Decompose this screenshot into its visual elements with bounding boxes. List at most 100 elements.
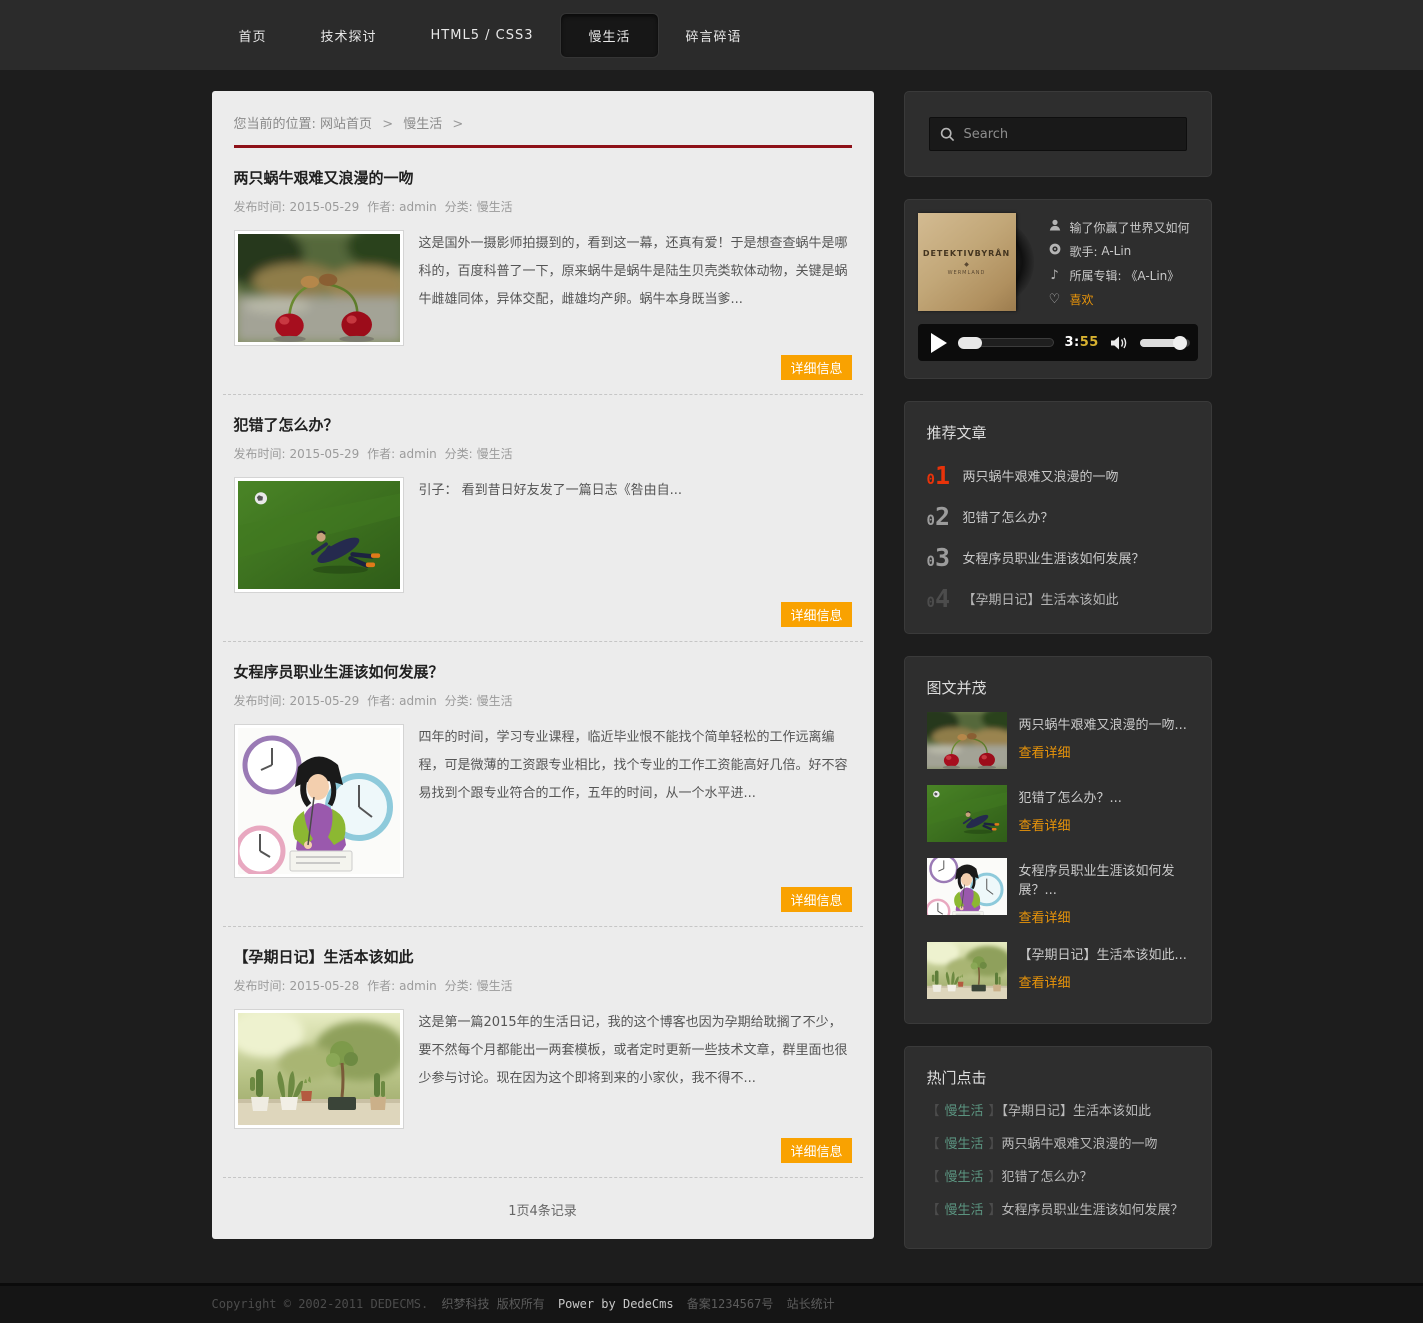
recommend-item-title[interactable]: 【孕期日记】生活本该如此 bbox=[963, 589, 1119, 608]
hot-item[interactable]: 【慢生活】两只蜗牛艰难又浪漫的一吻 bbox=[927, 1133, 1189, 1152]
article-thumbnail-plants[interactable] bbox=[234, 1009, 404, 1129]
breadcrumb-link-home[interactable]: 网站首页 bbox=[320, 117, 372, 132]
bracket-left: 【 bbox=[927, 1170, 940, 1185]
meta-date: 2015-05-29 bbox=[290, 694, 360, 708]
meta-category: 慢生活 bbox=[477, 694, 513, 708]
bracket-right: 】 bbox=[989, 1170, 1002, 1185]
progress-bar[interactable] bbox=[958, 338, 1054, 347]
recommend-item[interactable]: 04 【孕期日记】生活本该如此 bbox=[905, 578, 1211, 619]
artist-name: A-Lin bbox=[1101, 244, 1131, 258]
view-detail-link[interactable]: 查看详细 bbox=[1019, 742, 1071, 761]
category-tag[interactable]: 慢生活 bbox=[945, 1170, 984, 1185]
album-art: DETEKTIVBYRÅN ◆ WERMLAND bbox=[918, 213, 1036, 311]
bracket-right: 】 bbox=[989, 1203, 1002, 1218]
footer-stat-link[interactable]: 站长统计 bbox=[787, 1297, 835, 1311]
article-title[interactable]: 女程序员职业生涯该如何发展？ bbox=[234, 661, 852, 682]
meta-category-label: 分类: bbox=[445, 694, 473, 708]
nav-item-tech[interactable]: 技术探讨 bbox=[294, 14, 404, 57]
article-thumbnail-soccer[interactable] bbox=[234, 477, 404, 593]
view-detail-link[interactable]: 查看详细 bbox=[1019, 907, 1071, 926]
song-title: 输了你赢了世界又如何 bbox=[1070, 219, 1190, 236]
pic-thumbnail-snails[interactable] bbox=[927, 712, 1007, 769]
search-input[interactable] bbox=[964, 127, 1176, 142]
hot-item-title[interactable]: 女程序员职业生涯该如何发展？ bbox=[1002, 1203, 1184, 1218]
view-detail-link[interactable]: 查看详细 bbox=[1019, 972, 1071, 991]
recommend-item[interactable]: 01 两只蜗牛艰难又浪漫的一吻 bbox=[905, 455, 1211, 496]
artist-line: 歌手: A-Lin bbox=[1048, 239, 1190, 263]
pic-item-title[interactable]: 犯错了怎么办？... bbox=[1019, 787, 1122, 806]
detail-button[interactable]: 详细信息 bbox=[781, 887, 851, 912]
detail-button[interactable]: 详细信息 bbox=[781, 355, 851, 380]
meta-category-label: 分类: bbox=[445, 979, 473, 993]
breadcrumb-link-slowlife[interactable]: 慢生活 bbox=[403, 117, 442, 132]
article-excerpt: 这是第一篇2015年的生活日记，我的这个博客也因为孕期给耽搁了不少，要不然每个月… bbox=[419, 1009, 852, 1129]
meta-author: admin bbox=[399, 979, 437, 993]
time-total: 55 bbox=[1080, 335, 1099, 350]
like-button[interactable]: 喜欢 bbox=[1070, 291, 1094, 308]
article-meta: 发布时间:2015-05-29 作者:admin 分类:慢生活 bbox=[234, 445, 852, 462]
article-title[interactable]: 【孕期日记】生活本该如此 bbox=[234, 946, 852, 967]
pic-item-title[interactable]: 两只蜗牛艰难又浪漫的一吻... bbox=[1019, 714, 1187, 733]
detail-button[interactable]: 详细信息 bbox=[781, 1138, 851, 1163]
article-title[interactable]: 犯错了怎么办？ bbox=[234, 414, 852, 435]
pic-item: 女程序员职业生涯该如何发展？... 查看详细 bbox=[927, 858, 1189, 926]
song-line: 输了你赢了世界又如何 bbox=[1048, 215, 1190, 239]
hot-item[interactable]: 【慢生活】女程序员职业生涯该如何发展？ bbox=[927, 1199, 1189, 1218]
rank-number: 01 bbox=[927, 463, 963, 488]
meta-author: admin bbox=[399, 200, 437, 214]
meta-date: 2015-05-28 bbox=[290, 979, 360, 993]
meta-date-label: 发布时间: bbox=[234, 979, 286, 993]
search-widget bbox=[904, 91, 1212, 177]
recommend-item[interactable]: 02 犯错了怎么办？ bbox=[905, 496, 1211, 537]
meta-category: 慢生活 bbox=[477, 447, 513, 461]
pagination-info: 1页4条记录 bbox=[223, 1178, 863, 1239]
heart-icon[interactable]: ♡ bbox=[1048, 292, 1062, 307]
nav-item-fragments[interactable]: 碎言碎语 bbox=[659, 14, 769, 57]
meta-category: 慢生活 bbox=[477, 200, 513, 214]
meta-author-label: 作者: bbox=[367, 979, 395, 993]
bracket-left: 【 bbox=[927, 1137, 940, 1152]
site-footer: Copyright © 2002-2011 DEDECMS. 织梦科技 版权所有… bbox=[0, 1283, 1423, 1323]
category-tag[interactable]: 慢生活 bbox=[945, 1203, 984, 1218]
speaker-icon[interactable] bbox=[1110, 335, 1129, 351]
article-title[interactable]: 两只蜗牛艰难又浪漫的一吻 bbox=[234, 167, 852, 188]
nav-item-home[interactable]: 首页 bbox=[212, 14, 294, 57]
album-name: 《A-Lin》 bbox=[1125, 267, 1179, 284]
pic-thumbnail-soccer[interactable] bbox=[927, 785, 1007, 842]
hot-item-title[interactable]: 两只蜗牛艰难又浪漫的一吻 bbox=[1002, 1137, 1158, 1152]
footer-copyright: Copyright © 2002-2011 DEDECMS. bbox=[212, 1297, 429, 1311]
progress-knob[interactable] bbox=[958, 337, 982, 349]
nav-item-html5css3[interactable]: HTML5 / CSS3 bbox=[404, 16, 561, 55]
category-tag[interactable]: 慢生活 bbox=[945, 1104, 984, 1119]
view-detail-link[interactable]: 查看详细 bbox=[1019, 815, 1071, 834]
volume-knob[interactable] bbox=[1173, 336, 1187, 350]
pic-item-title[interactable]: 女程序员职业生涯该如何发展？... bbox=[1019, 860, 1189, 898]
footer-power-link[interactable]: Power by DedeCms bbox=[558, 1297, 674, 1311]
pic-thumbnail-plants[interactable] bbox=[927, 942, 1007, 999]
volume-slider[interactable] bbox=[1140, 339, 1190, 347]
chevron-right-icon: > bbox=[452, 117, 463, 132]
hot-item[interactable]: 【慢生活】犯错了怎么办？ bbox=[927, 1166, 1189, 1185]
category-tag[interactable]: 慢生活 bbox=[945, 1137, 984, 1152]
meta-date-label: 发布时间: bbox=[234, 694, 286, 708]
album-line: ♪ 所属专辑: 《A-Lin》 bbox=[1048, 263, 1190, 287]
main-content-panel: 您当前的位置: 网站首页 > 慢生活 > 两只蜗牛艰难又浪漫的一吻 发布时间:2… bbox=[212, 91, 874, 1239]
article-thumbnail-snails[interactable] bbox=[234, 230, 404, 346]
recommend-item[interactable]: 03 女程序员职业生涯该如何发展？ bbox=[905, 537, 1211, 578]
nav-item-slowlife[interactable]: 慢生活 bbox=[560, 13, 658, 58]
article-thumbnail-clocks[interactable] bbox=[234, 724, 404, 878]
rank-number: 04 bbox=[927, 586, 963, 611]
play-icon[interactable] bbox=[931, 333, 947, 353]
recommend-item-title[interactable]: 犯错了怎么办？ bbox=[963, 507, 1054, 526]
meta-author-label: 作者: bbox=[367, 447, 395, 461]
pic-item-title[interactable]: 【孕期日记】生活本该如此... bbox=[1019, 944, 1187, 963]
pic-thumbnail-clocks[interactable] bbox=[927, 858, 1007, 915]
site-header: 首页 技术探讨 HTML5 / CSS3 慢生活 碎言碎语 bbox=[0, 0, 1423, 70]
recommend-item-title[interactable]: 女程序员职业生涯该如何发展？ bbox=[963, 548, 1145, 567]
detail-button[interactable]: 详细信息 bbox=[781, 602, 851, 627]
hot-item-title[interactable]: 犯错了怎么办？ bbox=[1002, 1170, 1093, 1185]
hot-item-title[interactable]: 【孕期日记】生活本该如此 bbox=[1002, 1104, 1152, 1119]
recommend-item-title[interactable]: 两只蜗牛艰难又浪漫的一吻 bbox=[963, 466, 1119, 485]
recommend-title: 推荐文章 bbox=[905, 402, 1211, 451]
hot-item[interactable]: 【慢生活】【孕期日记】生活本该如此 bbox=[927, 1100, 1189, 1119]
